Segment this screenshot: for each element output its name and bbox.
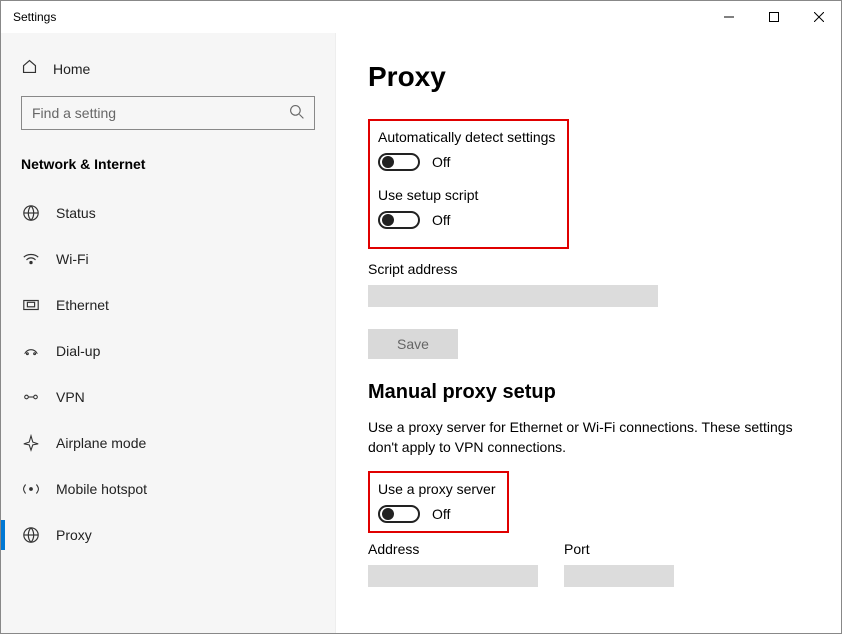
sidebar: Home Network & Internet Status Wi-Fi: [1, 33, 336, 633]
sidebar-item-ethernet[interactable]: Ethernet: [1, 282, 335, 328]
window-title: Settings: [13, 10, 56, 24]
dialup-icon: [21, 344, 41, 358]
minimize-button[interactable]: [706, 1, 751, 33]
script-address-label: Script address: [368, 261, 801, 277]
sidebar-item-label: Wi-Fi: [56, 251, 89, 267]
maximize-button[interactable]: [751, 1, 796, 33]
highlight-box-auto: Automatically detect settings Off Use se…: [368, 119, 569, 249]
settings-window: Settings Home: [0, 0, 842, 634]
home-link[interactable]: Home: [21, 48, 315, 96]
home-icon: [21, 58, 39, 80]
auto-detect-state: Off: [432, 154, 450, 170]
manual-description: Use a proxy server for Ethernet or Wi-Fi…: [368, 418, 801, 457]
sidebar-item-proxy[interactable]: Proxy: [1, 512, 335, 558]
setup-script-toggle[interactable]: [378, 211, 420, 229]
maximize-icon: [769, 12, 779, 22]
home-label: Home: [53, 61, 90, 77]
category-heading: Network & Internet: [21, 146, 315, 190]
search-box: [21, 96, 315, 130]
sidebar-item-label: Ethernet: [56, 297, 109, 313]
setup-script-label: Use setup script: [378, 187, 555, 203]
ethernet-icon: [21, 298, 41, 312]
proxy-icon: [21, 526, 41, 544]
nav-list: Status Wi-Fi Ethernet Dial-up VPN: [1, 190, 335, 558]
use-proxy-label: Use a proxy server: [378, 481, 495, 497]
highlight-box-manual: Use a proxy server Off: [368, 471, 509, 533]
hotspot-icon: [21, 481, 41, 497]
sidebar-item-label: Dial-up: [56, 343, 100, 359]
search-input[interactable]: [21, 96, 315, 130]
close-icon: [814, 12, 824, 22]
auto-detect-label: Automatically detect settings: [378, 129, 555, 145]
use-proxy-state: Off: [432, 506, 450, 522]
sidebar-item-label: Mobile hotspot: [56, 481, 147, 497]
page-title: Proxy: [368, 61, 801, 93]
window-body: Home Network & Internet Status Wi-Fi: [1, 33, 841, 633]
port-input[interactable]: [564, 565, 674, 587]
sidebar-item-label: Airplane mode: [56, 435, 146, 451]
use-proxy-toggle[interactable]: [378, 505, 420, 523]
script-address-input[interactable]: [368, 285, 658, 307]
setup-script-state: Off: [432, 212, 450, 228]
main-content: Proxy Automatically detect settings Off …: [336, 33, 841, 633]
save-button[interactable]: Save: [368, 329, 458, 359]
sidebar-item-airplane[interactable]: Airplane mode: [1, 420, 335, 466]
sidebar-item-label: VPN: [56, 389, 85, 405]
sidebar-item-label: Status: [56, 205, 96, 221]
sidebar-item-status[interactable]: Status: [1, 190, 335, 236]
vpn-icon: [21, 390, 41, 404]
auto-detect-toggle[interactable]: [378, 153, 420, 171]
sidebar-item-label: Proxy: [56, 527, 92, 543]
window-controls: [706, 1, 841, 33]
sidebar-item-wifi[interactable]: Wi-Fi: [1, 236, 335, 282]
wifi-icon: [21, 252, 41, 266]
sidebar-item-vpn[interactable]: VPN: [1, 374, 335, 420]
status-icon: [21, 204, 41, 222]
address-input[interactable]: [368, 565, 538, 587]
minimize-icon: [724, 12, 734, 22]
port-label: Port: [564, 541, 674, 557]
titlebar: Settings: [1, 1, 841, 33]
airplane-icon: [21, 434, 41, 452]
sidebar-item-hotspot[interactable]: Mobile hotspot: [1, 466, 335, 512]
sidebar-item-dialup[interactable]: Dial-up: [1, 328, 335, 374]
close-button[interactable]: [796, 1, 841, 33]
manual-heading: Manual proxy setup: [368, 381, 801, 404]
address-label: Address: [368, 541, 538, 557]
search-icon: [289, 104, 305, 125]
